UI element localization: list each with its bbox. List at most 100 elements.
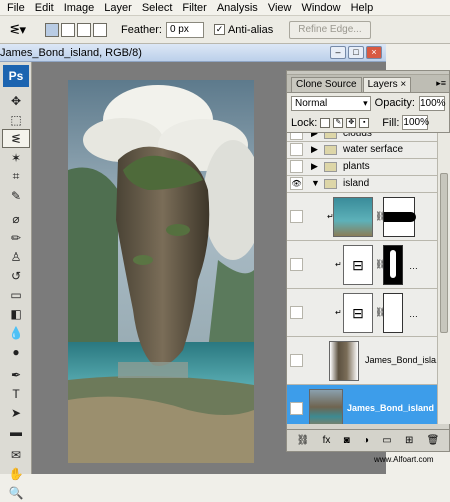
visibility-toggle[interactable] [290, 133, 303, 140]
tab-clone-source[interactable]: Clone Source [291, 77, 362, 92]
zoom-tool-icon[interactable]: 🔍 [2, 483, 30, 502]
layer-mask-thumbnail [383, 245, 403, 285]
visibility-toggle[interactable] [290, 354, 303, 367]
collapse-arrow-icon[interactable]: ▼ [311, 178, 320, 188]
blur-tool-icon[interactable]: 💧 [2, 323, 30, 342]
document-title: James_Bond_island, RGB/8) [0, 47, 142, 59]
dodge-tool-icon[interactable]: ● [2, 342, 30, 361]
lasso-tool-icon[interactable]: ᓬ [2, 129, 30, 148]
expand-arrow-icon[interactable]: ▶ [311, 144, 318, 155]
link-layers-icon[interactable]: ⛓ [297, 435, 310, 446]
marquee-tool-icon[interactable]: ⬚ [2, 110, 30, 129]
notes-tool-icon[interactable]: ✉ [2, 445, 30, 464]
visibility-toggle[interactable] [290, 143, 303, 156]
menu-window[interactable]: Window [296, 0, 345, 16]
pen-tool-icon[interactable]: ✒ [2, 365, 30, 384]
tab-close-icon[interactable]: × [400, 79, 406, 90]
panel-tabs: Clone Source Layers × ▸≡ [287, 75, 449, 93]
maximize-icon[interactable]: □ [348, 46, 364, 59]
adjustment-icon: ⊟ [343, 293, 373, 333]
magic-wand-tool-icon[interactable]: ✶ [2, 148, 30, 167]
brush-tool-icon[interactable]: ✏ [2, 228, 30, 247]
lock-position-icon[interactable]: ✥ [346, 117, 357, 128]
fill-input[interactable]: 100% [402, 115, 429, 130]
layer-row-adjustment-2[interactable]: ↵ ⊟ ⛓ … [287, 289, 437, 337]
menu-filter[interactable]: Filter [177, 0, 211, 16]
visibility-toggle[interactable] [290, 210, 303, 223]
clone-stamp-tool-icon[interactable]: ♙ [2, 247, 30, 266]
adjustment-layer-icon[interactable]: ◑ [363, 435, 369, 446]
new-layer-icon[interactable]: ⊞ [405, 435, 413, 446]
lock-row: Lock: ✎ ✥ ▪ Fill: 100% [287, 113, 449, 133]
layers-scrollbar[interactable] [437, 133, 450, 424]
lock-all-icon[interactable]: ▪ [359, 117, 370, 128]
history-brush-tool-icon[interactable]: ↺ [2, 266, 30, 285]
document-titlebar: James_Bond_island, RGB/8) – □ × [0, 44, 386, 62]
canvas-image [68, 80, 254, 463]
antialias-label: Anti-alias [227, 23, 274, 36]
expand-arrow-icon[interactable]: ▶ [311, 161, 318, 172]
type-tool-icon[interactable]: T [2, 384, 30, 403]
add-mask-icon[interactable]: ◙ [344, 435, 350, 446]
menu-help[interactable]: Help [346, 0, 379, 16]
gradient-tool-icon[interactable]: ◧ [2, 304, 30, 323]
eye-icon[interactable]: 👁 [290, 402, 303, 415]
layer-row-james-bond-island-1[interactable]: James_Bond_isla... [287, 337, 437, 385]
layer-row-water-clipped[interactable]: ↵ ⛓ [287, 193, 437, 241]
refine-edge-button[interactable]: Refine Edge... [289, 20, 371, 39]
more-icon: … [409, 309, 418, 319]
menu-edit[interactable]: Edit [30, 0, 59, 16]
shape-tool-icon[interactable]: ▬ [2, 422, 30, 441]
eyedropper-tool-icon[interactable]: ✎ [2, 186, 30, 205]
menu-file[interactable]: File [2, 0, 30, 16]
subtract-selection-icon[interactable] [77, 22, 91, 37]
visibility-toggle[interactable] [290, 258, 303, 271]
close-icon[interactable]: × [366, 46, 382, 59]
add-selection-icon[interactable] [61, 22, 75, 37]
folder-icon [324, 162, 337, 172]
visibility-toggle[interactable] [290, 160, 303, 173]
healing-brush-tool-icon[interactable]: ⌀ [2, 209, 30, 228]
layer-thumbnail [333, 197, 373, 237]
eye-icon[interactable]: 👁 [290, 177, 303, 190]
minimize-icon[interactable]: – [330, 46, 346, 59]
menu-analysis[interactable]: Analysis [212, 0, 263, 16]
layers-panel: Clone Source Layers × ▸≡ Normal Opacity:… [286, 70, 450, 452]
layer-group-plants[interactable]: ▶ plants [287, 159, 437, 176]
lock-pixels-icon[interactable]: ✎ [333, 117, 344, 128]
move-tool-icon[interactable]: ✥ [2, 91, 30, 110]
selection-modes [45, 22, 107, 37]
panel-menu-icon[interactable]: ▸≡ [436, 78, 446, 89]
crop-tool-icon[interactable]: ⌗ [2, 167, 30, 186]
menu-layer[interactable]: Layer [99, 0, 137, 16]
layer-group-water-serface[interactable]: ▶ water serface [287, 142, 437, 159]
menu-image[interactable]: Image [59, 0, 100, 16]
layer-style-icon[interactable]: fx [323, 435, 331, 446]
intersect-selection-icon[interactable] [93, 22, 107, 37]
feather-input[interactable]: 0 px [165, 21, 204, 38]
clip-arrow-icon: ↵ [335, 260, 342, 269]
new-selection-icon[interactable] [45, 22, 59, 37]
eraser-tool-icon[interactable]: ▭ [2, 285, 30, 304]
layer-group-island[interactable]: 👁 ▼ island [287, 176, 437, 193]
path-selection-tool-icon[interactable]: ➤ [2, 403, 30, 422]
menu-view[interactable]: View [263, 0, 297, 16]
expand-arrow-icon[interactable]: ▶ [311, 133, 318, 139]
layer-thumbnail [329, 341, 359, 381]
opacity-label: Opacity: [374, 97, 415, 109]
layer-row-adjustment-1[interactable]: ↵ ⊟ ⛓ … [287, 241, 437, 289]
blend-mode-select[interactable]: Normal [291, 95, 371, 111]
delete-layer-icon[interactable]: 🗑 [427, 435, 440, 446]
layer-row-james-bond-island-selected[interactable]: 👁 James_Bond_island [287, 385, 437, 424]
new-group-icon[interactable]: ▭ [382, 435, 391, 446]
scroll-thumb[interactable] [440, 173, 448, 333]
tab-layers[interactable]: Layers × [362, 77, 412, 92]
visibility-toggle[interactable] [290, 306, 303, 319]
lock-transparency-icon[interactable] [320, 117, 331, 128]
opacity-input[interactable]: 100% [419, 95, 446, 111]
folder-icon [324, 179, 337, 189]
tool-preset-picker[interactable]: ᓬ▾ [3, 19, 33, 41]
antialias-checkbox[interactable]: ✓ [213, 24, 225, 35]
menu-select[interactable]: Select [137, 0, 178, 16]
layer-group-clouds[interactable]: ▶ clouds [287, 133, 437, 142]
